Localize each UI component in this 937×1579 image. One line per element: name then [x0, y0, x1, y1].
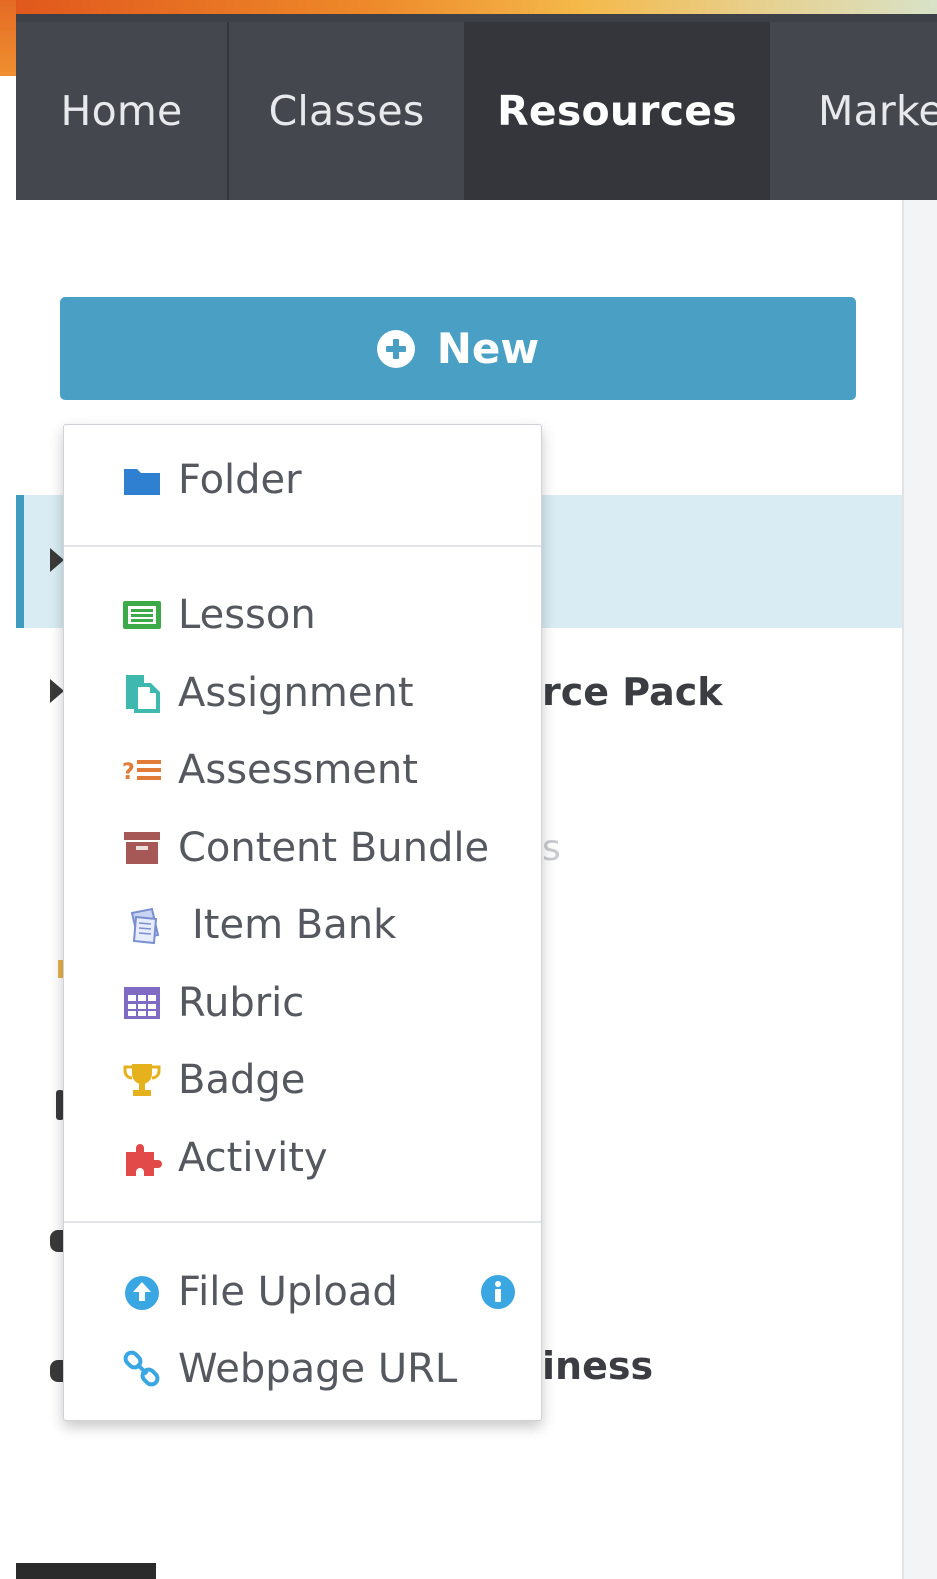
nav-tab-home[interactable]: Home: [16, 22, 227, 200]
menu-item-rubric[interactable]: Rubric: [64, 973, 541, 1033]
menu-item-label: Badge: [178, 1057, 306, 1103]
menu-item-folder[interactable]: Folder: [64, 450, 541, 510]
left-accent-strip: [0, 0, 16, 76]
link-icon: [123, 1350, 160, 1387]
expand-caret-icon[interactable]: [50, 548, 64, 572]
menu-item-label: Folder: [178, 457, 302, 503]
nav-tab-marketplace[interactable]: Marke: [770, 22, 937, 200]
expand-caret-icon[interactable]: [50, 679, 64, 703]
menu-item-item-bank[interactable]: Item Bank: [64, 895, 541, 955]
menu-item-label: Webpage URL: [178, 1346, 458, 1392]
menu-item-label: Rubric: [178, 980, 305, 1026]
new-button-label: New: [436, 324, 540, 373]
svg-text:?: ?: [122, 760, 135, 785]
lesson-icon: [123, 601, 161, 629]
resource-row-subtitle: s: [542, 828, 561, 869]
row-icon-fragment: [50, 1360, 64, 1382]
nav-tab-classes[interactable]: Classes: [229, 22, 464, 200]
nav-tab-resources[interactable]: Resources: [466, 22, 768, 200]
menu-item-assessment[interactable]: ? Assessment: [64, 740, 541, 800]
top-gradient-strip: [0, 0, 937, 14]
menu-item-assignment[interactable]: Assignment: [64, 663, 541, 723]
menu-item-lesson[interactable]: Lesson: [64, 585, 541, 645]
right-gutter: [904, 200, 937, 1579]
menu-item-label: Assignment: [178, 670, 414, 716]
nav-tab-label: Resources: [497, 87, 737, 135]
archive-box-icon: [124, 832, 160, 864]
resource-row-title[interactable]: rce Pack: [542, 670, 723, 714]
table-grid-icon: [124, 987, 160, 1019]
row-icon-fragment: [50, 1230, 64, 1252]
nav-tab-label: Home: [60, 87, 183, 135]
menu-item-file-upload[interactable]: File Upload: [64, 1262, 541, 1322]
new-resource-button[interactable]: New: [60, 297, 856, 400]
assessment-icon: ?: [122, 760, 161, 785]
menu-item-webpage-url[interactable]: Webpage URL: [64, 1339, 541, 1399]
puzzle-icon: [126, 1144, 162, 1176]
menu-item-label: Assessment: [178, 747, 418, 793]
menu-divider: [64, 545, 541, 547]
trophy-icon: [123, 1064, 161, 1096]
menu-item-badge[interactable]: Badge: [64, 1050, 541, 1110]
nav-tab-label: Classes: [268, 87, 425, 135]
info-icon[interactable]: [480, 1274, 516, 1310]
menu-item-label: Content Bundle: [178, 825, 490, 871]
folder-icon: [124, 469, 160, 495]
menu-item-content-bundle[interactable]: Content Bundle: [64, 818, 541, 878]
item-bank-icon: [130, 907, 160, 945]
menu-item-label: Item Bank: [192, 902, 397, 948]
plus-circle-icon: [376, 329, 415, 368]
new-resource-dropdown: Folder Lesson Assignment ? Assessment Co…: [63, 424, 542, 1421]
nav-tab-label: Marke: [818, 87, 937, 135]
bottom-edge-bar: [16, 1563, 156, 1579]
resource-row-title[interactable]: iness: [542, 1344, 653, 1388]
menu-divider: [64, 1221, 541, 1223]
menu-item-activity[interactable]: Activity: [64, 1128, 541, 1188]
menu-item-label: File Upload: [178, 1269, 398, 1315]
upload-icon: [125, 1276, 159, 1310]
menu-item-label: Activity: [178, 1135, 328, 1181]
top-nav-bar: Home Classes Resources Marke: [16, 14, 937, 200]
assignment-icon: [126, 675, 160, 713]
menu-item-label: Lesson: [178, 592, 316, 638]
